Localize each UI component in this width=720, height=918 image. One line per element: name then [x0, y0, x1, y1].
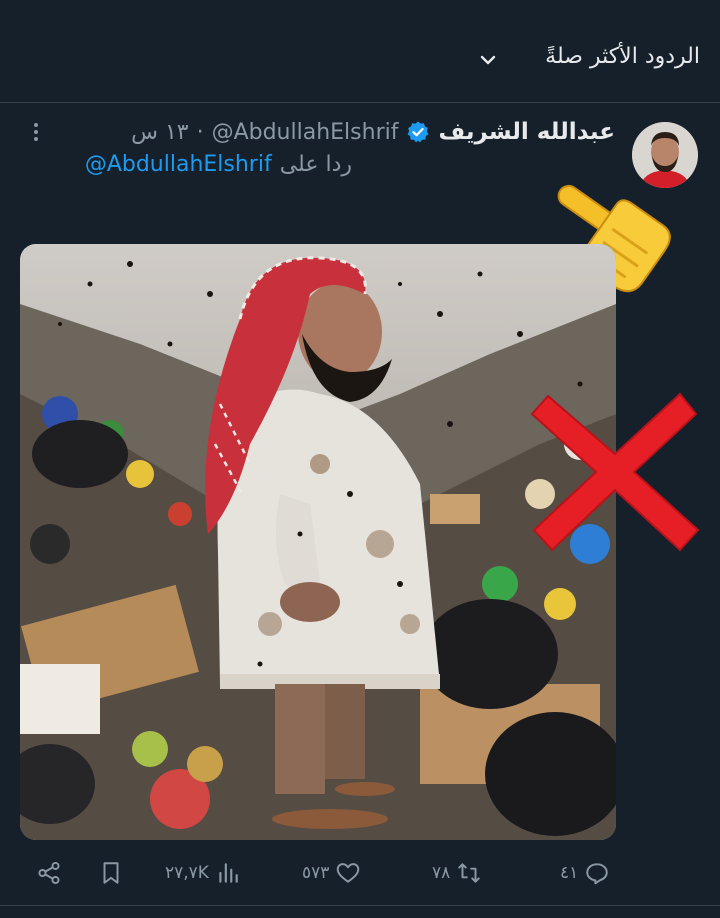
like-button[interactable]: ٥٧٣	[302, 858, 361, 888]
sort-label[interactable]: الردود الأكثر صلةً	[545, 44, 700, 69]
author-name[interactable]: عبدالله الشريف	[438, 119, 615, 145]
share-button[interactable]	[36, 858, 62, 888]
reply-icon	[586, 863, 608, 885]
retweet-button[interactable]: ٧٨	[432, 858, 482, 888]
divider	[0, 905, 720, 906]
tweet-time[interactable]: ١٣ س	[131, 120, 189, 145]
separator-dot: ·	[196, 119, 204, 145]
tweet-actions: ٤١ ٧٨ ٥٧٣ ٢٧,٧K	[0, 848, 720, 902]
tweet-media-image[interactable]	[20, 244, 616, 840]
reply-button[interactable]: ٤١	[560, 858, 610, 888]
share-icon	[38, 861, 60, 885]
views-button[interactable]: ٢٧,٧K	[165, 858, 241, 888]
reply-context: ردا على @AbdullahElshrif	[85, 152, 352, 177]
reply-prefix: ردا على	[279, 152, 352, 177]
chevron-down-icon[interactable]	[478, 50, 498, 70]
verified-badge-icon	[408, 121, 429, 143]
views-count: ٢٧,٧K	[165, 863, 209, 883]
like-icon	[337, 863, 360, 883]
views-icon	[219, 863, 238, 883]
like-count: ٥٧٣	[302, 863, 330, 883]
retweet-icon	[458, 863, 480, 883]
tweet-header: عبدالله الشريف @AbdullahElshrif · ١٣ س	[131, 115, 615, 149]
reply-count: ٤١	[560, 863, 579, 883]
bookmark-icon	[103, 862, 119, 884]
more-icon[interactable]	[24, 120, 48, 144]
reply-handle-link[interactable]: @AbdullahElshrif	[85, 152, 272, 177]
author-handle[interactable]: @AbdullahElshrif	[212, 120, 399, 145]
retweet-count: ٧٨	[432, 863, 451, 883]
bookmark-button[interactable]	[98, 858, 124, 888]
sort-bar[interactable]: الردود الأكثر صلةً	[0, 0, 720, 103]
red-x-icon	[530, 392, 700, 552]
